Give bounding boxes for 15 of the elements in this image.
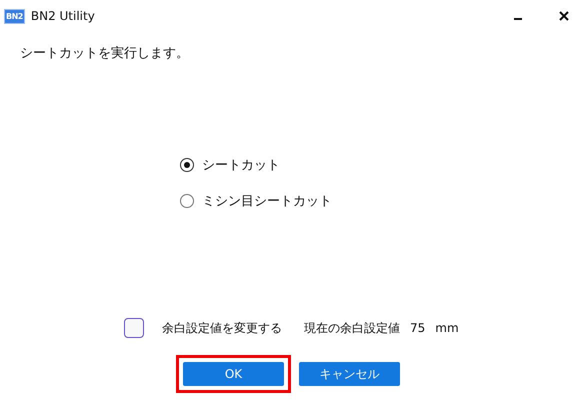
checkbox-label[interactable]: 余白設定値を変更する [162,320,282,336]
app-logo: BN2 [4,8,25,24]
message-text: シートカットを実行します。 [20,45,190,62]
current-margin-label: 現在の余白設定値 [304,320,400,336]
checkbox[interactable] [124,318,144,338]
radio-label[interactable]: シートカット [202,156,280,174]
close-icon[interactable] [558,10,570,22]
window-title: BN2 Utility [30,9,95,23]
radio-button[interactable] [180,158,194,172]
unit-label: mm [435,321,459,335]
radio-label[interactable]: ミシン目シートカット [202,192,332,210]
margin-value: 75 [410,321,426,335]
dialog-button[interactable]: OK [183,362,284,386]
radio-button[interactable] [180,194,194,208]
dialog-button[interactable]: キャンセル [299,362,400,386]
